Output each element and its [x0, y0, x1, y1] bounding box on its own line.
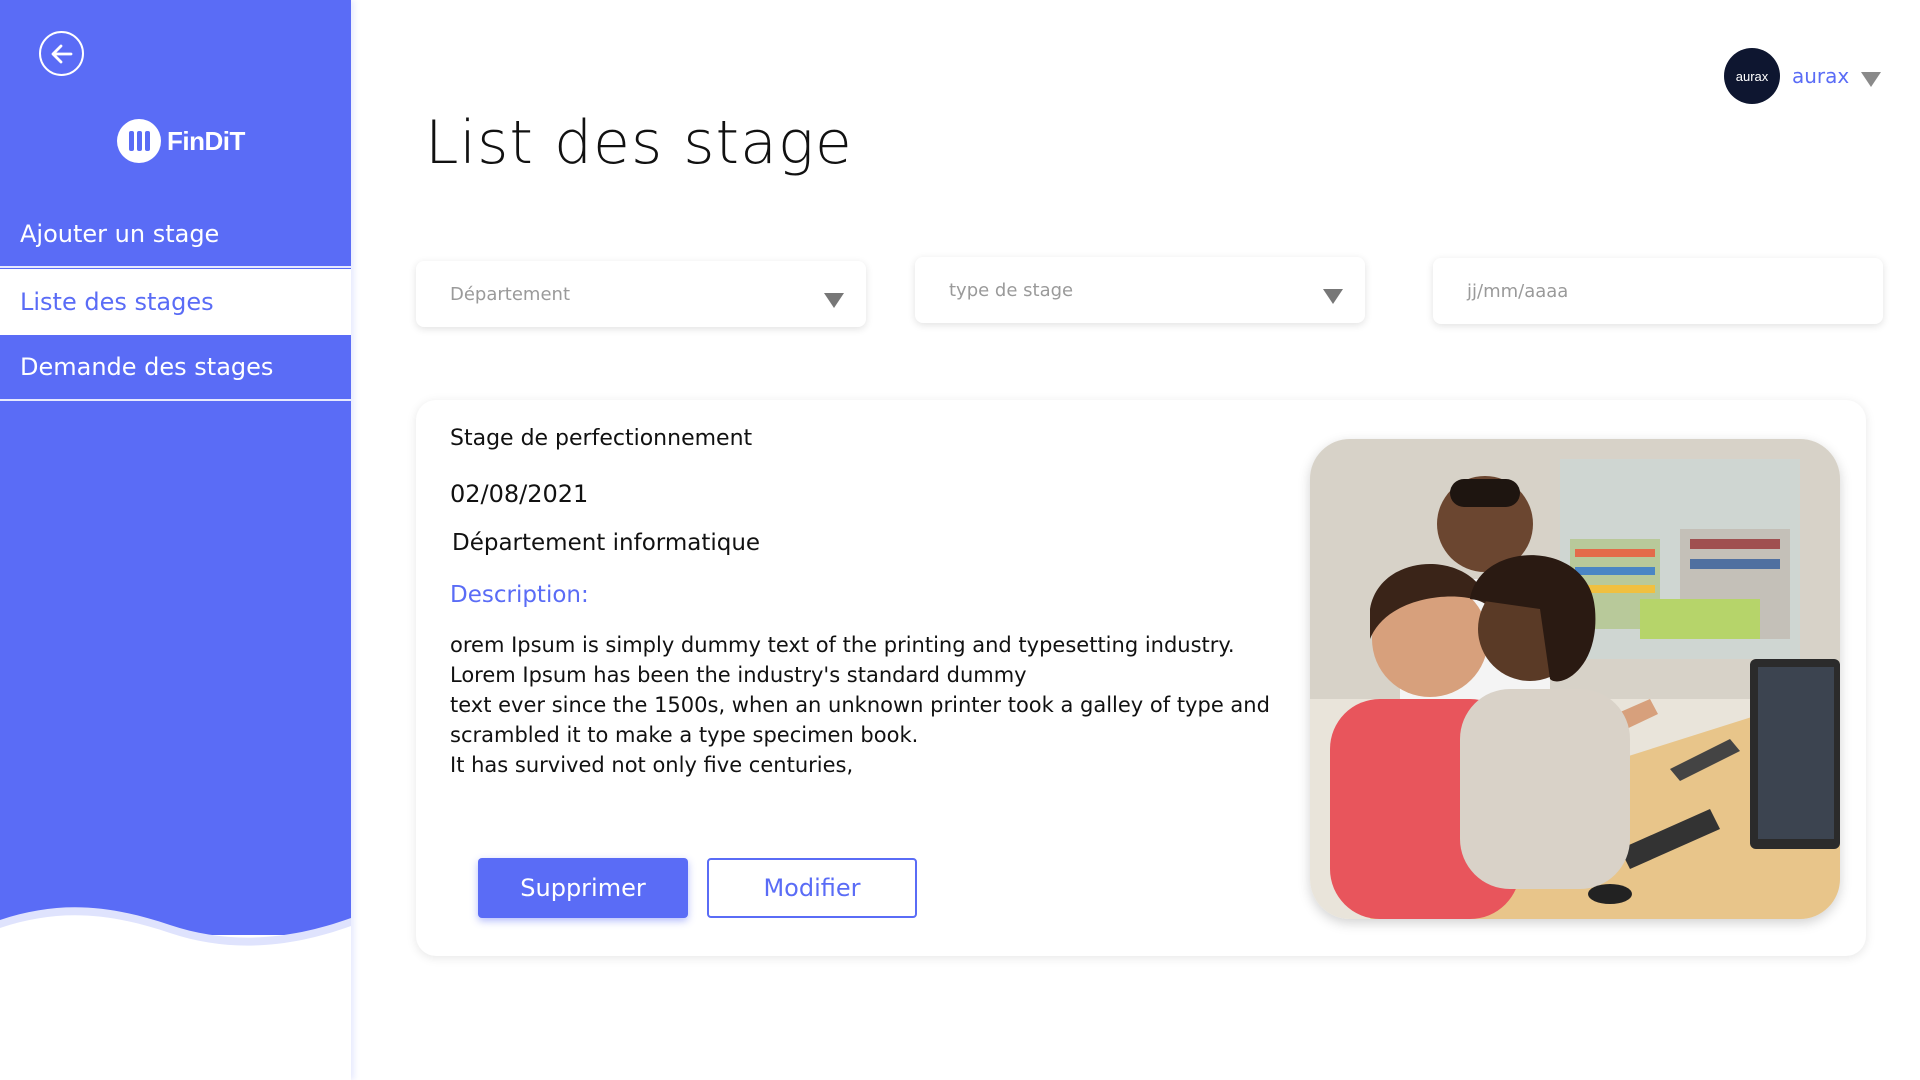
- stage-type-select[interactable]: type de stage: [915, 257, 1365, 323]
- chevron-down-icon[interactable]: [1861, 71, 1882, 87]
- stage-type-placeholder: type de stage: [949, 279, 1074, 301]
- logo-mark-icon: [117, 119, 161, 163]
- chevron-down-icon[interactable]: [824, 293, 844, 308]
- date-placeholder: jj/mm/aaaa: [1467, 280, 1569, 302]
- logo-text: FinDiT: [167, 125, 245, 156]
- sidebar-item-stage-list[interactable]: Liste des stages: [0, 269, 351, 335]
- app-root: FinDiT Ajouter un stage Liste des stages…: [0, 0, 1920, 1080]
- stage-department: Département informatique: [452, 530, 761, 556]
- arrow-left-icon: [51, 44, 72, 63]
- page-title: List des stage: [425, 108, 853, 178]
- stage-title: Stage de perfectionnement: [450, 426, 753, 451]
- date-input[interactable]: jj/mm/aaaa: [1433, 258, 1883, 324]
- people-at-computer-illustration: [1310, 439, 1840, 919]
- stage-card: Stage de perfectionnement 02/08/2021 Dép…: [416, 400, 1866, 956]
- edit-button[interactable]: Modifier: [707, 858, 917, 918]
- chevron-down-icon[interactable]: [1323, 289, 1343, 304]
- sidebar-wave-decoration: [0, 907, 351, 960]
- department-select[interactable]: Département: [416, 261, 866, 327]
- avatar[interactable]: aurax: [1724, 48, 1780, 104]
- sidebar-item-add-stage[interactable]: Ajouter un stage: [0, 202, 351, 268]
- delete-button[interactable]: Supprimer: [478, 858, 688, 918]
- description-label: Description:: [450, 582, 589, 608]
- user-name[interactable]: aurax: [1792, 64, 1849, 88]
- findit-logo: FinDiT: [117, 119, 245, 163]
- description-text: orem Ipsum is simply dummy text of the p…: [450, 633, 1270, 777]
- stage-date: 02/08/2021: [450, 480, 589, 508]
- sidebar: FinDiT Ajouter un stage Liste des stages…: [0, 0, 351, 1080]
- stage-photo: [1310, 439, 1840, 919]
- sidebar-item-stage-requests[interactable]: Demande des stages: [0, 335, 351, 401]
- department-placeholder: Département: [450, 283, 570, 305]
- back-button[interactable]: [39, 31, 84, 76]
- user-menu[interactable]: aurax aurax: [1724, 48, 1882, 104]
